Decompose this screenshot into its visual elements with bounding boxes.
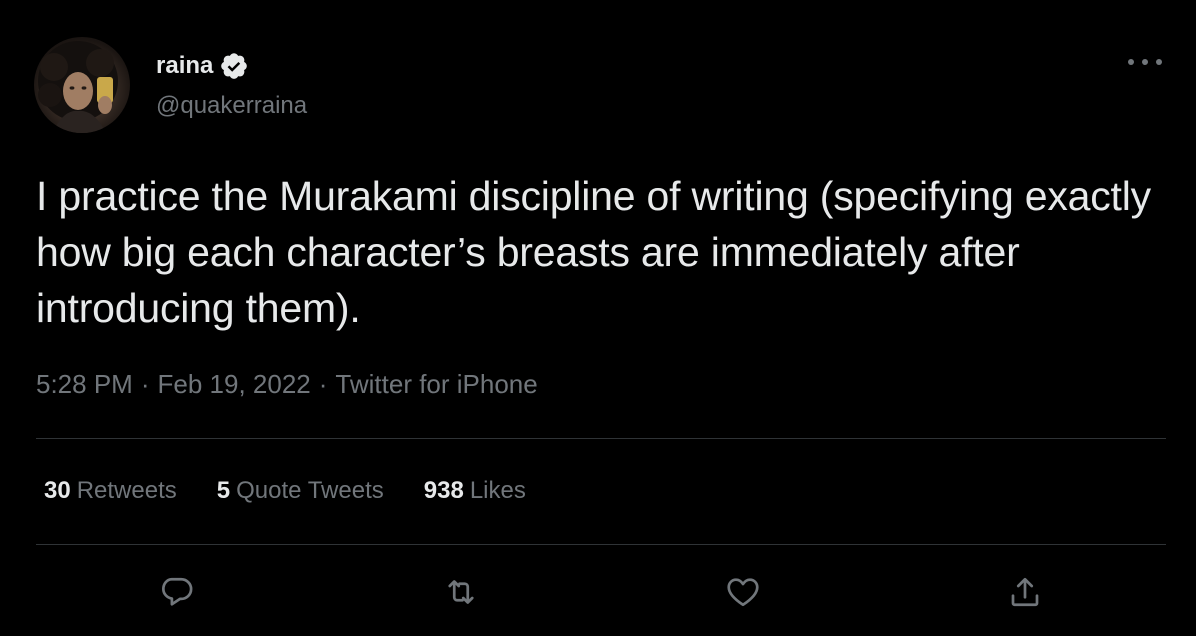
like-icon[interactable]	[719, 568, 767, 616]
quotes-stat[interactable]: 5 Quote Tweets	[217, 477, 384, 505]
quotes-label: Quote Tweets	[236, 477, 384, 504]
action-bar	[0, 568, 1196, 618]
tweet-date[interactable]: Feb 19, 2022	[158, 369, 311, 400]
meta-separator: ·	[140, 369, 150, 399]
tweet-time[interactable]: 5:28 PM	[36, 369, 133, 400]
profile-photo	[38, 41, 118, 133]
tweet-metadata: 5:28 PM · Feb 19, 2022 · Twitter for iPh…	[36, 369, 538, 400]
quotes-count: 5	[216, 477, 231, 504]
divider	[36, 544, 1166, 545]
reply-icon[interactable]	[153, 568, 201, 616]
verified-badge-icon	[219, 51, 249, 81]
more-options-icon[interactable]	[1128, 52, 1162, 72]
tweet-card: raina @quakerraina I practice the Muraka…	[0, 0, 1196, 636]
user-handle[interactable]: @quakerraina	[156, 92, 307, 120]
tweet-text: I practice the Murakami discipline of wr…	[36, 173, 1151, 331]
likes-stat[interactable]: 938 Likes	[424, 477, 526, 505]
retweets-count: 30	[44, 477, 71, 504]
tweet-source[interactable]: Twitter for iPhone	[335, 369, 537, 400]
share-icon[interactable]	[1001, 568, 1049, 616]
display-name[interactable]: raina	[156, 52, 213, 80]
retweets-label: Retweets	[76, 477, 177, 504]
divider	[36, 438, 1166, 439]
author-block: raina @quakerraina	[156, 50, 307, 120]
retweet-icon[interactable]	[437, 568, 485, 616]
avatar[interactable]	[34, 37, 130, 133]
likes-count: 938	[423, 477, 464, 504]
retweets-stat[interactable]: 30 Retweets	[44, 477, 177, 505]
engagement-stats: 30 Retweets 5 Quote Tweets 938 Likes	[44, 477, 526, 505]
meta-separator: ·	[318, 369, 328, 399]
likes-label: Likes	[469, 477, 526, 504]
